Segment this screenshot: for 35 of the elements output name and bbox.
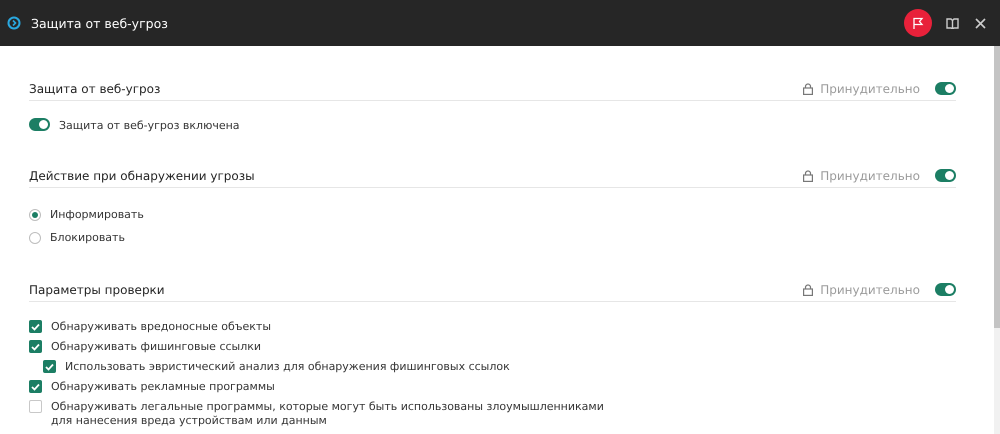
checkbox[interactable]	[29, 380, 42, 393]
toggle-label: Защита от веб-угроз включена	[59, 118, 240, 133]
close-icon[interactable]	[975, 18, 986, 28]
radio-button[interactable]	[29, 209, 41, 221]
arrow-circle-icon	[7, 16, 21, 30]
checkbox-label: Обнаруживать легальные программы, которые могут быть использованы злоумышленниками для нанесения вреда устройствам или данным	[51, 399, 605, 428]
window-title: Защита от веб-угроз	[31, 16, 169, 30]
checkbox-label: Обнаруживать фишинговые ссылки	[51, 339, 262, 354]
section-title: Действие при обнаружении угрозы	[29, 168, 256, 182]
toggle-switch[interactable]	[935, 169, 956, 182]
checkbox-label: Использовать эвристический анализ для обнаружения фишинговых ссылок	[65, 359, 510, 374]
toggle-switch[interactable]	[29, 118, 50, 131]
enforced-label: Принудительно	[820, 168, 920, 182]
radio-button[interactable]	[29, 232, 41, 244]
radio-label: Информировать	[50, 208, 144, 222]
enforced-label: Принудительно	[820, 282, 920, 296]
checkbox[interactable]	[29, 340, 42, 353]
scrollbar-thumb[interactable]	[994, 46, 1000, 328]
enforced-label: Принудительно	[820, 82, 920, 96]
lock-icon	[803, 284, 814, 296]
lock-icon	[803, 82, 814, 94]
checkbox[interactable]	[29, 400, 42, 413]
section-title: Параметры проверки	[29, 282, 166, 296]
toggle-switch[interactable]	[935, 283, 956, 296]
checkbox-label: Обнаруживать вредоносные объекты	[51, 319, 272, 334]
book-icon[interactable]	[946, 18, 959, 28]
radio-label: Блокировать	[50, 231, 125, 245]
checkbox-label: Обнаруживать рекламные программы	[51, 379, 275, 394]
checkbox[interactable]	[43, 360, 56, 373]
flag-button[interactable]	[904, 9, 932, 37]
checkbox[interactable]	[29, 320, 42, 333]
section-title: Защита от веб-угроз	[29, 82, 162, 96]
lock-icon	[803, 170, 814, 182]
toggle-switch[interactable]	[935, 82, 956, 95]
flag-icon	[912, 16, 924, 30]
